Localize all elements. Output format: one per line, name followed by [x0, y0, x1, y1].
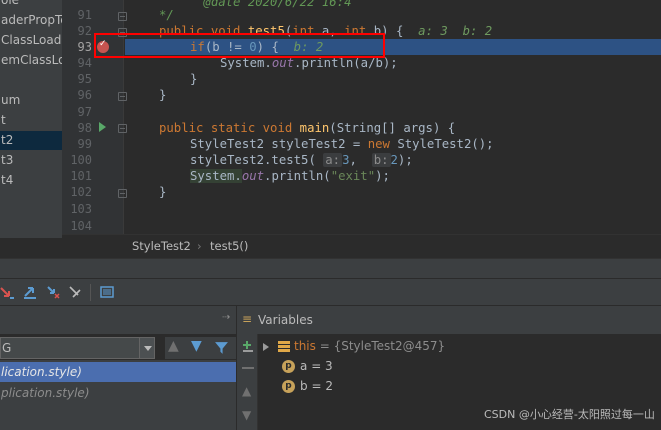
fold-marker-icon[interactable]	[118, 189, 127, 198]
inline-debug-hint: a: 3 b: 2	[418, 24, 493, 38]
tree-item[interactable]: t3	[0, 151, 13, 170]
tree-item[interactable]: aderPropTe	[0, 11, 62, 30]
variable-name: b	[300, 379, 308, 393]
variables-header: ≡ Variables	[236, 306, 661, 334]
param-hint-a: a:	[323, 153, 343, 167]
variables-list-icon: ≡	[242, 312, 253, 326]
frame-item-selected[interactable]: lication.style)	[0, 362, 236, 382]
move-up-icon[interactable]: ▲	[242, 384, 251, 398]
variable-row[interactable]: pb = 2	[282, 377, 333, 396]
tree-item[interactable]: ole	[0, 0, 19, 10]
fold-marker-icon[interactable]	[118, 92, 127, 101]
drop-frame-icon[interactable]	[46, 285, 60, 299]
code-line-96: }	[159, 88, 167, 102]
code-line-99: StyleTest2 styleTest2 = new StyleTest2()…	[190, 137, 494, 151]
line-number: 104	[70, 219, 92, 233]
line-number: 96	[77, 88, 92, 102]
debug-toolbar	[0, 278, 661, 306]
code-line-98: public static void main(String[] args) {	[159, 121, 456, 135]
frames-nav: ▲ ▼	[165, 337, 236, 359]
code-line-91: */	[159, 7, 174, 23]
javadoc-close: */	[159, 8, 174, 22]
line-number: 99	[77, 137, 92, 151]
toolbar-separator	[90, 284, 91, 301]
tree-item[interactable]: emClassLoa	[0, 51, 62, 70]
variables-title: Variables	[258, 313, 313, 327]
restore-layout-icon[interactable]: ⇢	[222, 312, 230, 323]
run-to-cursor-icon[interactable]	[68, 285, 82, 299]
tree-item[interactable]: um	[0, 91, 20, 110]
tree-item[interactable]: t4	[0, 171, 13, 190]
annotation-highlight-box	[94, 33, 385, 58]
evaluate-expression-icon[interactable]	[100, 285, 114, 299]
param-hint-b: b:	[371, 153, 391, 167]
filter-icon[interactable]	[214, 340, 229, 355]
line-number: 103	[70, 202, 92, 216]
frames-header: ⇢	[0, 306, 236, 334]
code-line-100: styleTest2.test5( a: 3, b: 2);	[190, 153, 413, 167]
arg-a: 3	[342, 153, 350, 167]
parameter-icon: p	[282, 360, 295, 373]
fold-marker-icon[interactable]	[118, 124, 127, 133]
line-number: 101	[70, 169, 92, 183]
code-line-95: }	[190, 72, 198, 86]
arg-b: 2	[390, 153, 398, 167]
line-number: 97	[77, 105, 92, 119]
frames-list: lication.style) plication.style)	[0, 360, 236, 430]
code-line-101: System.out.println("exit");	[190, 169, 390, 183]
variable-name: this	[294, 339, 316, 353]
breadcrumb: StyleTest2 › test5()	[62, 234, 661, 258]
watermark-text: CSDN @小心经营-太阳照过每一山	[484, 408, 655, 421]
step-out-icon[interactable]	[0, 285, 14, 299]
project-tree: ole aderPropTe ClassLoade emClassLoa um …	[0, 0, 62, 238]
line-number: 91	[77, 8, 92, 22]
variable-value: = {StyleTest2@457}	[319, 339, 446, 353]
variable-value: = 2	[311, 379, 333, 393]
arrow-up-icon[interactable]: ▲	[168, 338, 179, 354]
fold-marker-icon[interactable]	[118, 12, 127, 21]
object-stack-icon	[278, 341, 290, 352]
run-gutter-icon[interactable]	[99, 122, 106, 132]
chevron-down-icon[interactable]	[139, 337, 155, 359]
debug-tool-window-header	[0, 258, 661, 278]
line-number: 102	[70, 185, 92, 199]
line-number: 93	[77, 40, 92, 54]
expand-arrow-icon[interactable]	[263, 342, 269, 351]
thread-selector[interactable]: G	[0, 337, 155, 359]
variable-row[interactable]: pa = 3	[282, 357, 333, 376]
line-number: 92	[77, 24, 92, 38]
code-line-91a: @date 2020/6/22 16:4	[159, 0, 352, 10]
breadcrumb-separator-icon: ›	[197, 239, 202, 253]
remove-watch-icon[interactable]	[242, 367, 254, 369]
variables-side-toolbar: ▲ ▼	[236, 334, 258, 430]
arrow-down-icon[interactable]: ▼	[191, 338, 202, 354]
javadoc-date: @date 2020/6/22 16:4	[203, 0, 352, 9]
move-down-icon[interactable]: ▼	[242, 408, 251, 422]
frame-item[interactable]: plication.style)	[0, 383, 236, 403]
breadcrumb-method[interactable]: test5()	[210, 235, 248, 257]
variable-value: = 3	[311, 359, 333, 373]
tree-item-selected[interactable]: t2	[0, 131, 62, 150]
line-number: 94	[77, 56, 92, 70]
line-number: 98	[77, 121, 92, 135]
step-into-icon[interactable]	[23, 285, 37, 299]
new-watch-icon[interactable]	[241, 340, 255, 354]
variable-name: a	[300, 359, 308, 373]
breadcrumb-class[interactable]: StyleTest2	[132, 235, 191, 257]
line-number: 100	[70, 153, 92, 167]
parameter-icon: p	[282, 380, 295, 393]
code-line-102: }	[159, 185, 167, 199]
tree-item[interactable]: t	[0, 111, 6, 130]
variable-row[interactable]: this = {StyleTest2@457}	[263, 337, 445, 356]
tree-item[interactable]: ClassLoade	[0, 31, 62, 50]
line-number: 95	[77, 72, 92, 86]
